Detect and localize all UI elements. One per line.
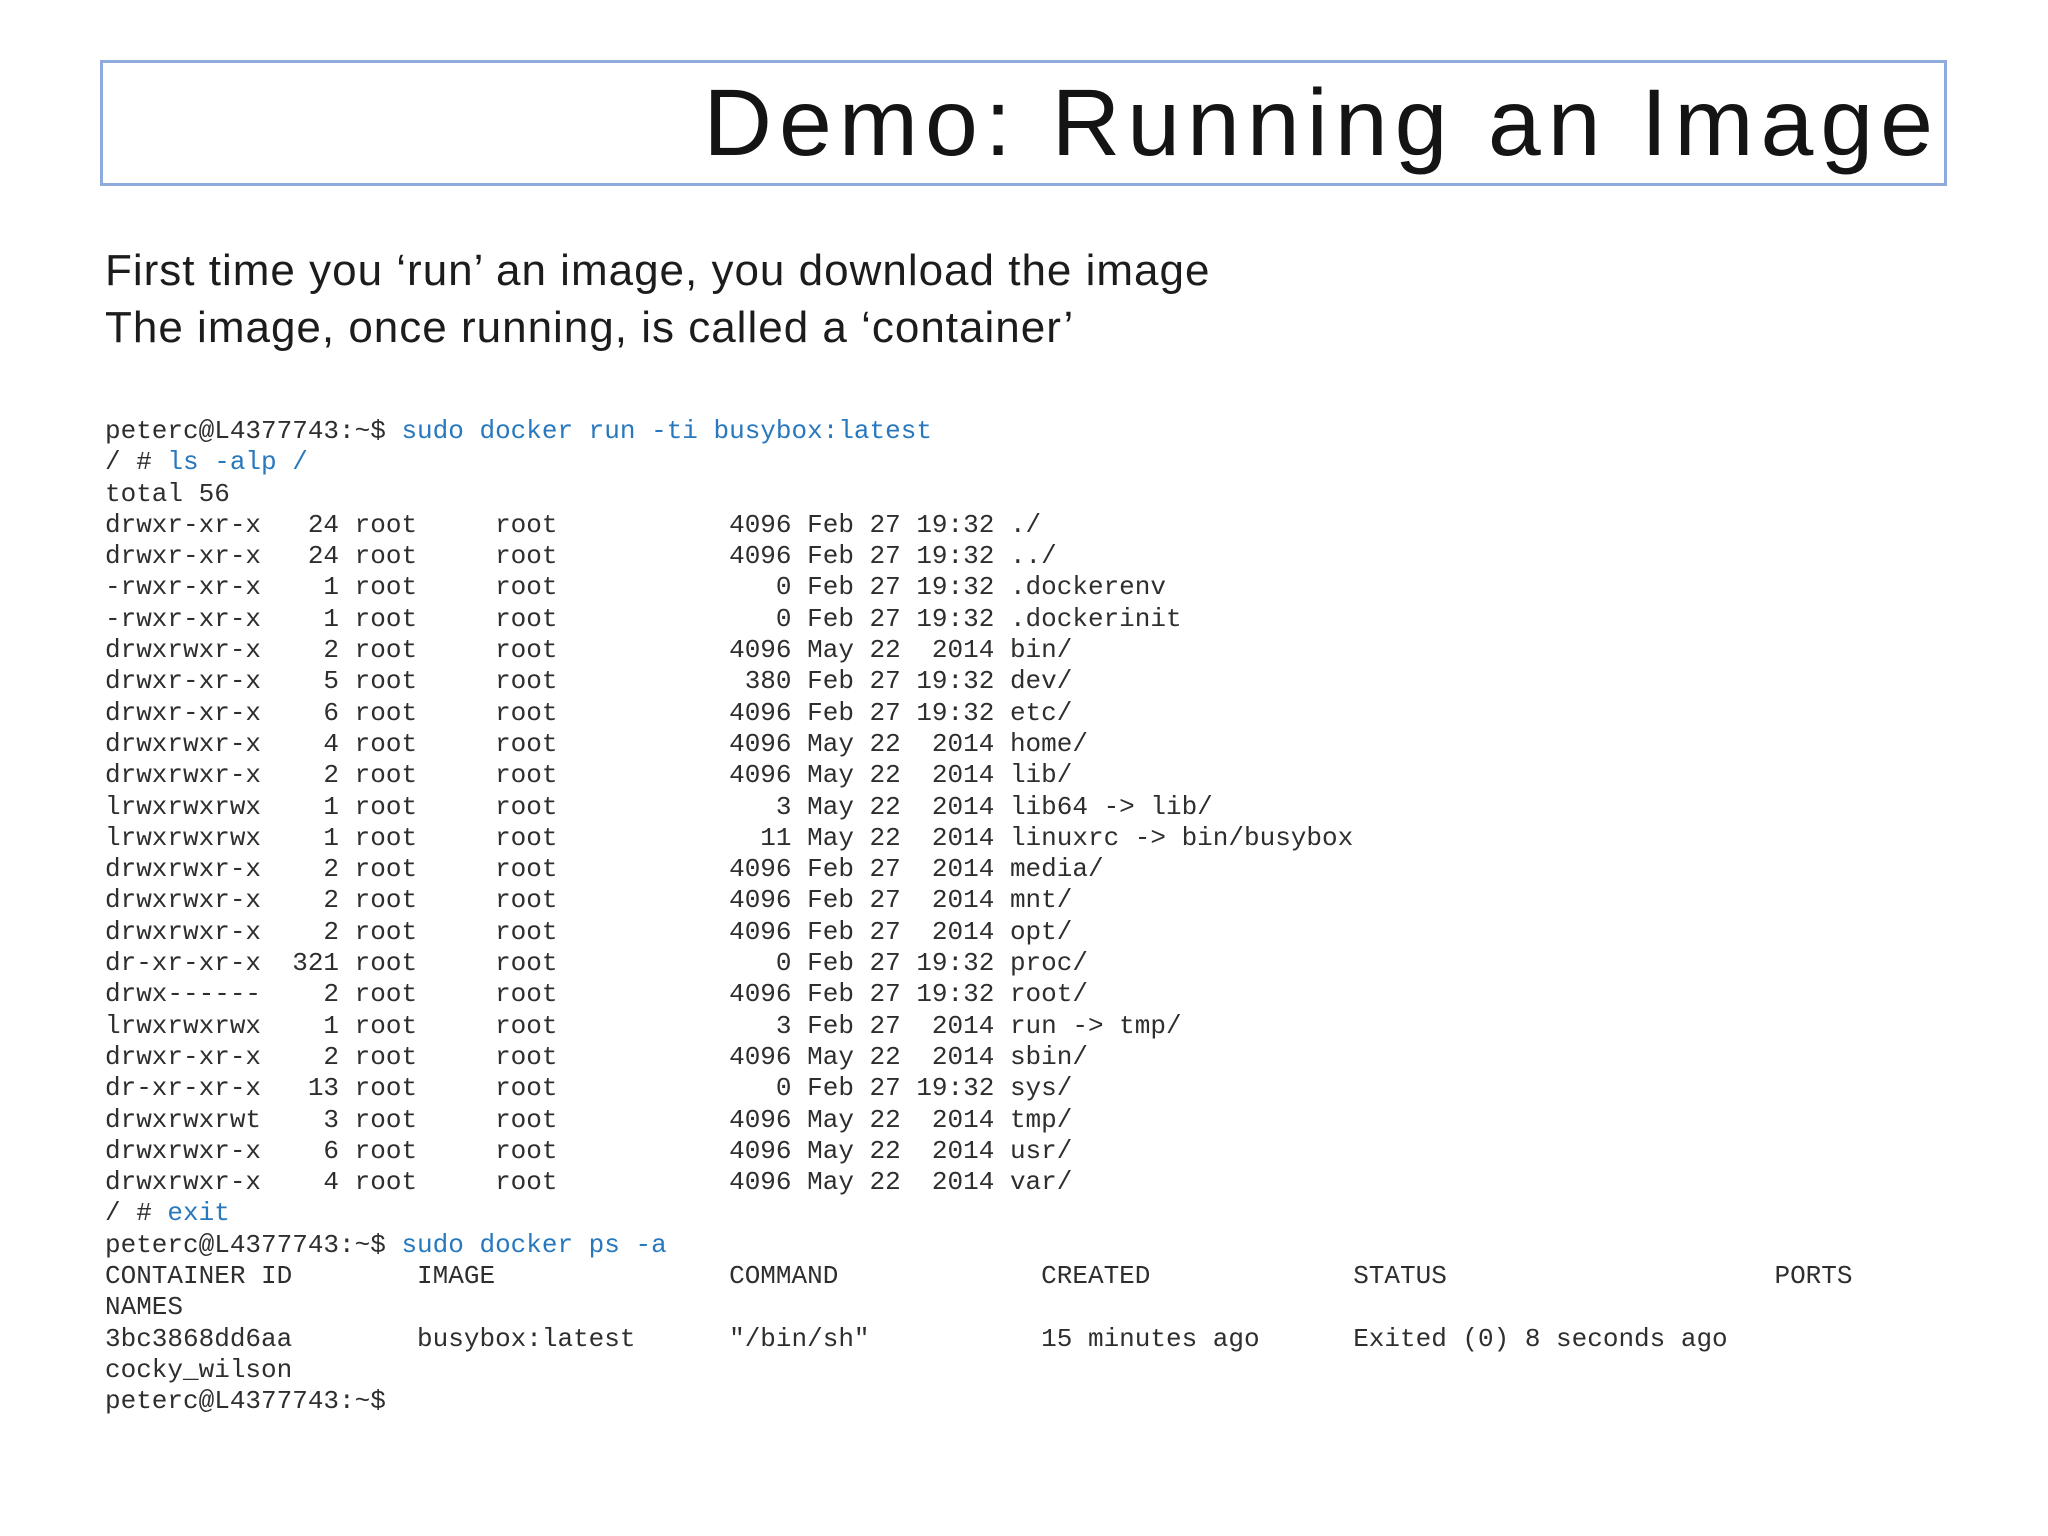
terminal-line: dr-xr-xr-x 321 root root 0 Feb 27 19:32 … [105,948,1852,979]
terminal-plain-text: drwxrwxr-x 2 root root 4096 May 22 2014 … [105,760,1073,791]
terminal-line: drwxrwxr-x 2 root root 4096 May 22 2014 … [105,760,1852,791]
terminal-plain-text: drwx------ 2 root root 4096 Feb 27 19:32… [105,979,1088,1010]
terminal-plain-text: drwxrwxrwt 3 root root 4096 May 22 2014 … [105,1104,1073,1135]
terminal-line: drwxr-xr-x 24 root root 4096 Feb 27 19:3… [105,541,1852,572]
terminal-line: cocky_wilson [105,1355,1852,1386]
body-line-1: First time you ‘run’ an image, you downl… [105,246,1211,295]
terminal-line: lrwxrwxrwx 1 root root 3 Feb 27 2014 run… [105,1011,1852,1042]
terminal-plain-text: drwxrwxr-x 2 root root 4096 Feb 27 2014 … [105,885,1073,916]
slide: Demo: Running an Image First time you ‘r… [0,0,2048,1536]
terminal-line: total 56 [105,479,1852,510]
terminal-plain-text: drwxr-xr-x 24 root root 4096 Feb 27 19:3… [105,509,1042,540]
terminal-line: peterc@L4377743:~$ [105,1386,1852,1417]
terminal-plain-text: drwxr-xr-x 6 root root 4096 Feb 27 19:32… [105,697,1073,728]
terminal-line: NAMES [105,1292,1852,1323]
terminal-line: drwxrwxrwt 3 root root 4096 May 22 2014 … [105,1105,1852,1136]
terminal-line: peterc@L4377743:~$ sudo docker ps -a [105,1230,1852,1261]
terminal-output: peterc@L4377743:~$ sudo docker run -ti b… [105,416,1852,1418]
terminal-command-text: ls -alp / [167,447,308,478]
terminal-line: / # ls -alp / [105,447,1852,478]
terminal-plain-text: peterc@L4377743:~$ [105,1229,402,1260]
terminal-plain-text: drwxrwxr-x 2 root root 4096 May 22 2014 … [105,635,1073,666]
terminal-line: drwxrwxr-x 2 root root 4096 Feb 27 2014 … [105,885,1852,916]
terminal-plain-text: peterc@L4377743:~$ [105,1386,386,1417]
terminal-plain-text: drwxrwxr-x 4 root root 4096 May 22 2014 … [105,728,1088,759]
terminal-plain-text: drwxrwxr-x 2 root root 4096 Feb 27 2014 … [105,916,1073,947]
terminal-line: lrwxrwxrwx 1 root root 3 May 22 2014 lib… [105,792,1852,823]
terminal-plain-text: drwxrwxr-x 4 root root 4096 May 22 2014 … [105,1167,1073,1198]
terminal-command-text: exit [167,1198,230,1229]
title-box: Demo: Running an Image [100,60,1947,186]
terminal-plain-text: drwxr-xr-x 24 root root 4096 Feb 27 19:3… [105,541,1057,572]
terminal-line: drwxrwxr-x 2 root root 4096 Feb 27 2014 … [105,917,1852,948]
terminal-plain-text: -rwxr-xr-x 1 root root 0 Feb 27 19:32 .d… [105,603,1182,634]
terminal-line: drwxr-xr-x 6 root root 4096 Feb 27 19:32… [105,698,1852,729]
terminal-plain-text: drwxr-xr-x 5 root root 380 Feb 27 19:32 … [105,666,1073,697]
terminal-line: drwxrwxr-x 4 root root 4096 May 22 2014 … [105,729,1852,760]
terminal-line: CONTAINER ID IMAGE COMMAND CREATED STATU… [105,1261,1852,1292]
terminal-line: drwxr-xr-x 2 root root 4096 May 22 2014 … [105,1042,1852,1073]
terminal-plain-text: NAMES [105,1292,184,1323]
terminal-plain-text: total 56 [105,478,230,509]
terminal-command-text: sudo docker ps -a [401,1229,667,1260]
terminal-plain-text: CONTAINER ID IMAGE COMMAND CREATED STATU… [105,1261,1853,1292]
terminal-line: drwxrwxr-x 4 root root 4096 May 22 2014 … [105,1167,1852,1198]
terminal-line: -rwxr-xr-x 1 root root 0 Feb 27 19:32 .d… [105,604,1852,635]
terminal-plain-text: lrwxrwxrwx 1 root root 3 Feb 27 2014 run… [105,1010,1182,1041]
terminal-plain-text: peterc@L4377743:~$ [105,416,402,446]
terminal-plain-text: / # [105,447,168,478]
terminal-command-text: sudo docker run -ti busybox:latest [401,416,932,446]
terminal-line: drwxrwxr-x 2 root root 4096 May 22 2014 … [105,635,1852,666]
terminal-plain-text: drwxr-xr-x 2 root root 4096 May 22 2014 … [105,1041,1088,1072]
terminal-line: -rwxr-xr-x 1 root root 0 Feb 27 19:32 .d… [105,572,1852,603]
terminal-line: 3bc3868dd6aa busybox:latest "/bin/sh" 15… [105,1324,1852,1355]
terminal-line: drwxr-xr-x 5 root root 380 Feb 27 19:32 … [105,666,1852,697]
terminal-line: / # exit [105,1198,1852,1229]
terminal-plain-text: dr-xr-xr-x 321 root root 0 Feb 27 19:32 … [105,948,1088,979]
terminal-line: lrwxrwxrwx 1 root root 11 May 22 2014 li… [105,823,1852,854]
terminal-plain-text: lrwxrwxrwx 1 root root 3 May 22 2014 lib… [105,791,1213,822]
terminal-plain-text: dr-xr-xr-x 13 root root 0 Feb 27 19:32 s… [105,1073,1073,1104]
body-line-2: The image, once running, is called a ‘co… [105,303,1075,352]
page-title: Demo: Running an Image [703,69,1940,176]
terminal-line: dr-xr-xr-x 13 root root 0 Feb 27 19:32 s… [105,1073,1852,1104]
terminal-plain-text: lrwxrwxrwx 1 root root 11 May 22 2014 li… [105,822,1354,853]
terminal-plain-text: drwxrwxr-x 6 root root 4096 May 22 2014 … [105,1135,1073,1166]
terminal-plain-text: cocky_wilson [105,1354,293,1385]
terminal-line: drwxrwxr-x 2 root root 4096 Feb 27 2014 … [105,854,1852,885]
terminal-line: drwx------ 2 root root 4096 Feb 27 19:32… [105,979,1852,1010]
terminal-line: peterc@L4377743:~$ sudo docker run -ti b… [105,416,1852,447]
terminal-line: drwxr-xr-x 24 root root 4096 Feb 27 19:3… [105,510,1852,541]
terminal-plain-text: -rwxr-xr-x 1 root root 0 Feb 27 19:32 .d… [105,572,1166,603]
terminal-plain-text: 3bc3868dd6aa busybox:latest "/bin/sh" 15… [105,1323,1728,1354]
terminal-line: drwxrwxr-x 6 root root 4096 May 22 2014 … [105,1136,1852,1167]
terminal-plain-text: / # [105,1198,168,1229]
terminal-plain-text: drwxrwxr-x 2 root root 4096 Feb 27 2014 … [105,854,1104,885]
body-text: First time you ‘run’ an image, you downl… [105,242,1210,356]
